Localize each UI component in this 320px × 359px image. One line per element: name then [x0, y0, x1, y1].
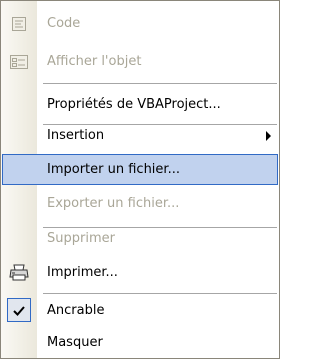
printer-icon	[3, 257, 35, 288]
menu-item-label: Importer un fichier...	[47, 162, 180, 177]
menu-separator	[43, 83, 277, 84]
menu-item-delete[interactable]: Supprimer	[1, 223, 279, 254]
context-menu: Code Afficher l'objet Propriétés de VBAP…	[0, 0, 280, 359]
menu-item-label: Propriétés de VBAProject...	[47, 97, 221, 112]
checkmark-icon	[3, 295, 35, 326]
menu-item-label: Insertion	[47, 128, 105, 143]
menu-item-export-file[interactable]: Exporter un fichier...	[1, 188, 279, 219]
menu-item-label: Masquer	[47, 335, 103, 350]
menu-item-label: Supprimer	[47, 231, 115, 246]
menu-item-label: Exporter un fichier...	[47, 196, 180, 211]
menu-item-insert[interactable]: Insertion	[1, 120, 279, 151]
menu-item-label: Ancrable	[47, 303, 105, 318]
menu-item-dockable[interactable]: Ancrable	[1, 295, 279, 326]
menu-item-vbaproject-properties[interactable]: Propriétés de VBAProject...	[1, 89, 279, 120]
view-object-icon	[3, 46, 35, 77]
menu-item-import-file[interactable]: Importer un fichier...	[1, 154, 279, 185]
menu-separator	[43, 293, 277, 294]
menu-item-hide[interactable]: Masquer	[1, 327, 279, 358]
view-code-icon	[3, 8, 35, 39]
menu-item-label: Afficher l'objet	[47, 54, 142, 69]
menu-item-label: Imprimer...	[47, 265, 118, 280]
menu-item-label: Code	[47, 16, 81, 31]
menu-item-code[interactable]: Code	[1, 8, 279, 39]
menu-item-print[interactable]: Imprimer...	[1, 257, 279, 288]
menu-item-view-object[interactable]: Afficher l'objet	[1, 46, 279, 77]
submenu-arrow-icon	[266, 131, 271, 141]
